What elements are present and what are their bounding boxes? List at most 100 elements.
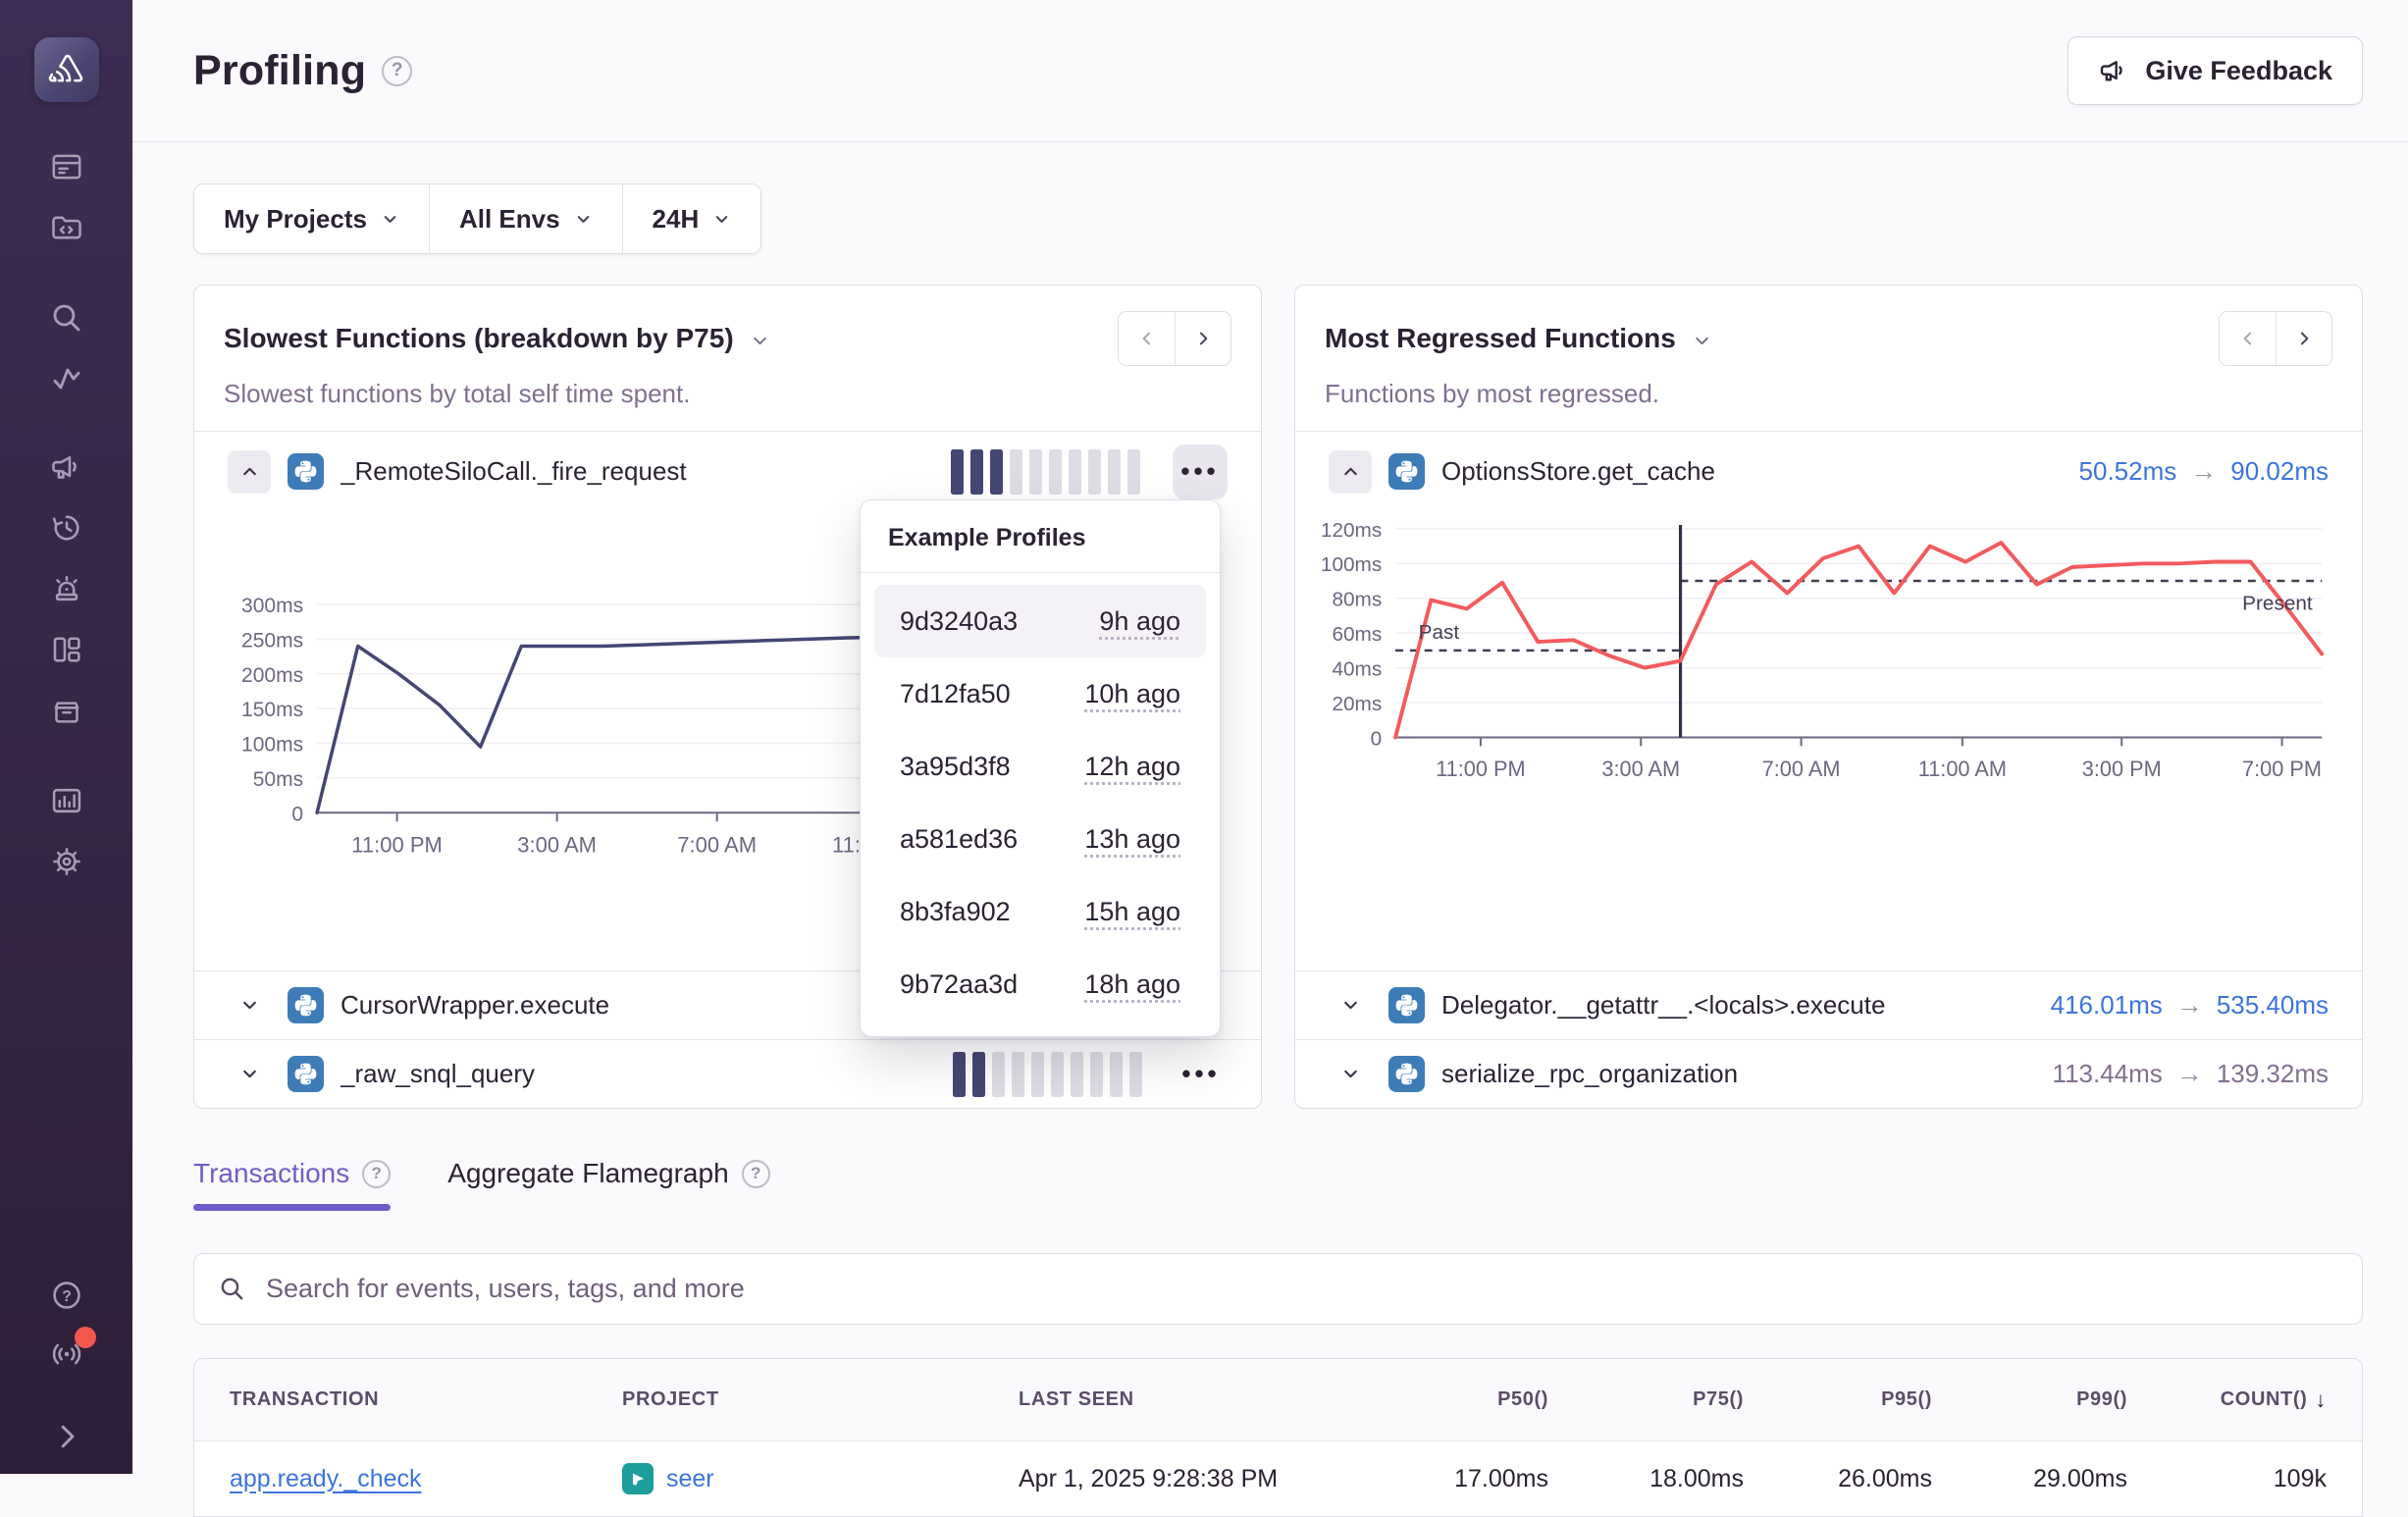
profile-id[interactable]: 7d12fa50 [900,679,1011,709]
svg-text:Present: Present [2242,593,2313,615]
whats-new-icon[interactable] [45,445,88,489]
dashboards-icon[interactable] [45,628,88,671]
function-name[interactable]: OptionsStore.get_cache [1441,456,1715,487]
spark-bars [951,449,1140,495]
svg-text:80ms: 80ms [1332,589,1382,611]
table-header: TRANSACTION PROJECT LAST SEEN P50() P75(… [194,1359,2362,1441]
col-p50[interactable]: P50() [1382,1388,1548,1411]
function-name[interactable]: _raw_snql_query [340,1059,535,1089]
profile-age[interactable]: 12h ago [1084,752,1180,782]
svg-text:150ms: 150ms [241,699,303,721]
give-feedback-button[interactable]: Give Feedback [2068,36,2363,105]
project-name[interactable]: seer [666,1465,714,1493]
profile-age[interactable]: 18h ago [1084,969,1180,1000]
col-last-seen[interactable]: LAST SEEN [1019,1388,1382,1411]
regressed-paginator [2219,311,2332,366]
date-range-filter[interactable]: 24H [623,184,761,253]
profile-id[interactable]: 9b72aa3d [900,969,1018,1000]
next-page-button[interactable] [2276,312,2331,365]
collapse-button[interactable] [228,450,271,494]
sentry-logo[interactable] [34,37,99,102]
tab-transactions[interactable]: Transactions ? [193,1158,391,1211]
duration-before[interactable]: 416.01ms [2051,990,2163,1020]
next-page-button[interactable] [1175,312,1230,365]
collapse-button[interactable] [1329,450,1372,494]
projects-icon[interactable] [45,206,88,249]
profile-item[interactable]: 3a95d3f8 12h ago [874,730,1206,803]
search-nav-icon[interactable] [45,296,88,340]
profile-age[interactable]: 10h ago [1084,679,1180,709]
seer-project-icon [622,1463,654,1494]
replays-icon[interactable] [45,506,88,549]
expand-button[interactable] [228,1053,271,1096]
transaction-link[interactable]: app.ready._check [230,1465,422,1492]
profile-age[interactable]: 15h ago [1084,897,1180,927]
profiling-help-icon[interactable]: ? [382,56,412,86]
duration-after[interactable]: 90.02ms [2230,456,2329,487]
profile-id[interactable]: 3a95d3f8 [900,752,1011,782]
project-filter[interactable]: My Projects [194,184,430,253]
p50-cell: 17.00ms [1382,1465,1548,1493]
transactions-help-icon[interactable]: ? [362,1160,391,1188]
profile-item[interactable]: 9b72aa3d 18h ago [874,948,1206,1020]
spark-bar [1049,449,1062,495]
profile-id[interactable]: 8b3fa902 [900,897,1011,927]
python-icon [1388,1056,1425,1092]
sentry-logo-icon [46,51,87,88]
sidebar-expand-button[interactable] [45,1415,88,1458]
col-p75[interactable]: P75() [1548,1388,1744,1411]
function-name[interactable]: serialize_rpc_organization [1441,1059,1738,1089]
traces-icon[interactable] [45,357,88,400]
sidebar-nav-stats [45,779,88,883]
most-regressed-title[interactable]: Most Regressed Functions [1325,323,1676,354]
profile-id[interactable]: 9d3240a3 [900,606,1018,637]
stats-icon[interactable] [45,779,88,822]
chevron-down-icon[interactable] [750,331,770,351]
tab-label: Aggregate Flamegraph [447,1158,728,1189]
chevron-down-icon[interactable] [1692,331,1712,351]
project-cell[interactable]: seer [622,1463,1019,1494]
settings-icon[interactable] [45,840,88,883]
expand-button[interactable] [228,984,271,1027]
expand-button[interactable] [1329,984,1372,1027]
flamegraph-help-icon[interactable]: ? [742,1160,770,1188]
col-count-label: COUNT() [2221,1388,2308,1411]
col-count[interactable]: COUNT() ↓ [2127,1387,2327,1413]
help-icon[interactable]: ? [45,1274,88,1317]
function-name[interactable]: _RemoteSiloCall._fire_request [340,456,687,487]
function-name[interactable]: CursorWrapper.execute [340,990,609,1020]
profile-item[interactable]: 9d3240a3 9h ago [874,585,1206,657]
search-input[interactable] [264,1273,2338,1305]
profile-age[interactable]: 9h ago [1099,606,1180,637]
col-project[interactable]: PROJECT [622,1388,1019,1411]
duration-after[interactable]: 535.40ms [2217,990,2329,1020]
svg-text:60ms: 60ms [1332,623,1382,646]
profile-age[interactable]: 13h ago [1084,824,1180,855]
spark-bar [951,449,964,495]
content: My Projects All Envs 24H Slowest Functio… [132,142,2408,1517]
releases-icon[interactable] [45,689,88,732]
function-row: serialize_rpc_organization 113.44ms 139.… [1295,1039,2362,1108]
environment-filter[interactable]: All Envs [430,184,623,253]
prev-page-button[interactable] [1119,312,1175,365]
spark-bar [1129,1052,1142,1097]
profile-id[interactable]: a581ed36 [900,824,1018,855]
profile-item[interactable]: 8b3fa902 15h ago [874,875,1206,948]
service-updates-button[interactable] [45,1333,88,1376]
row-actions-button[interactable]: ••• [1173,445,1228,499]
row-actions-button[interactable]: ••• [1175,1052,1228,1097]
duration-before[interactable]: 50.52ms [2079,456,2177,487]
issues-icon[interactable] [45,145,88,188]
col-p99[interactable]: P99() [1932,1388,2127,1411]
slowest-functions-title[interactable]: Slowest Functions (breakdown by P75) [224,323,734,354]
arrow-right-icon [2176,990,2203,1020]
col-transaction[interactable]: TRANSACTION [230,1388,622,1411]
profile-item[interactable]: 7d12fa50 10h ago [874,657,1206,730]
expand-button[interactable] [1329,1053,1372,1096]
function-name[interactable]: Delegator.__getattr__.<locals>.execute [1441,990,1885,1020]
prev-page-button[interactable] [2220,312,2276,365]
profile-item[interactable]: a581ed36 13h ago [874,803,1206,875]
tab-aggregate-flamegraph[interactable]: Aggregate Flamegraph ? [447,1158,769,1211]
col-p95[interactable]: P95() [1744,1388,1932,1411]
alerts-icon[interactable] [45,567,88,610]
